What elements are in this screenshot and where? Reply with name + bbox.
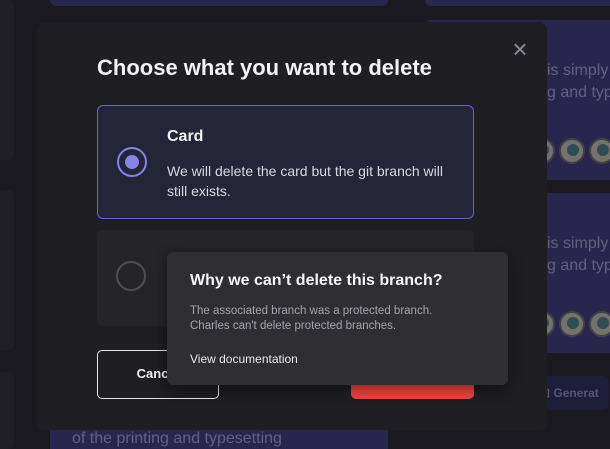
view-documentation-link[interactable]: View documentation [190, 352, 298, 366]
tooltip-body: The associated branch was a protected br… [190, 304, 490, 334]
radio-selected-icon[interactable] [117, 147, 147, 177]
option-delete-card[interactable]: Card We will delete the card but the git… [97, 105, 474, 219]
close-icon[interactable]: × [509, 36, 531, 62]
tooltip-body-line: Charles can't delete protected branches. [190, 320, 397, 332]
option-title: Card [167, 128, 204, 145]
protected-branch-tooltip: Why we can’t delete this branch? The ass… [167, 252, 508, 385]
tooltip-title: Why we can’t delete this branch? [190, 272, 443, 289]
tooltip-body-line: The associated branch was a protected br… [190, 305, 433, 317]
option-description: We will delete the card but the git bran… [167, 163, 443, 199]
modal-title: Choose what you want to delete [97, 55, 432, 80]
radio-unselected-icon[interactable] [116, 261, 146, 291]
